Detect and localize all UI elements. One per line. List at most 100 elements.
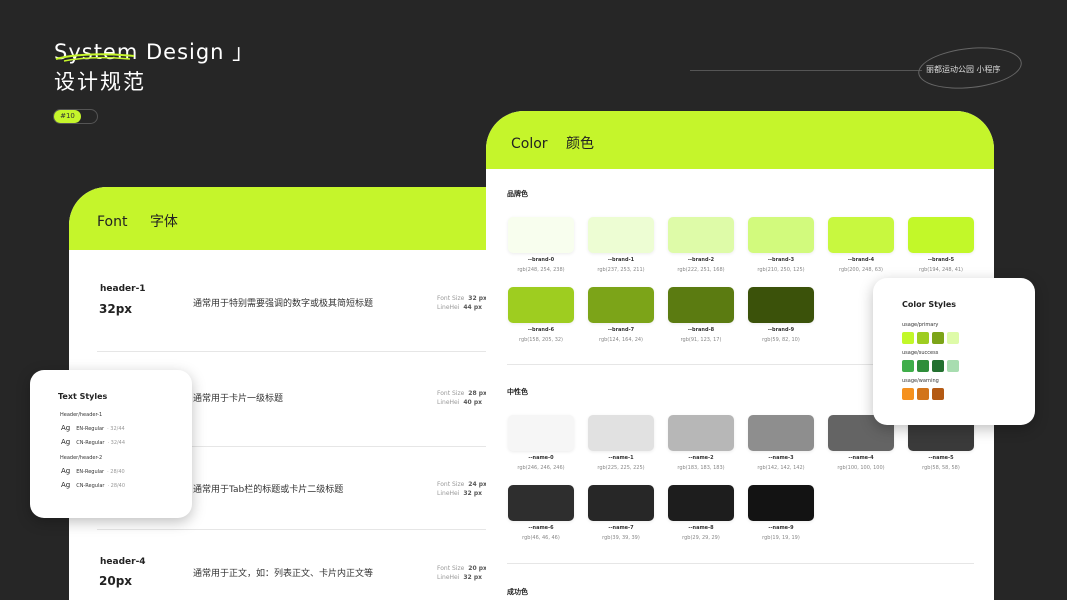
color-style-swatch[interactable] [902,388,914,400]
color-swatch[interactable] [748,287,814,323]
section-label-success: 成功色 [507,588,528,596]
swatch-name: --name-7 [608,525,634,531]
swatch-name: --name-5 [928,455,954,461]
divider-line [690,70,922,71]
row-divider [97,351,497,352]
font-title-en: Font [97,214,128,230]
swatch-rgb: rgb(100, 100, 100) [837,465,885,471]
color-card-header: Color 颜色 [486,111,994,169]
color-style-swatch[interactable] [932,332,944,344]
color-swatch[interactable] [748,217,814,253]
swatch-rgb: rgb(200, 248, 63) [838,267,884,273]
color-style-swatch[interactable] [917,332,929,344]
font-card-header: Font 字体 [69,187,539,250]
text-style-group-label: Header/header-2 [60,455,103,461]
color-style-group-label: usage/warning [902,378,939,384]
project-tag: 丽都运动公园 小程序 [926,65,1001,74]
section-divider [507,563,974,564]
swatch-name: --brand-9 [767,327,795,333]
color-style-swatch[interactable] [932,388,944,400]
color-swatch[interactable] [588,287,654,323]
swatch-name: --brand-4 [847,257,875,263]
color-swatch[interactable] [668,217,734,253]
color-swatch[interactable] [668,485,734,521]
swatch-rgb: rgb(194, 248, 41) [918,267,964,273]
swatch-name: --name-0 [528,455,554,461]
color-swatch[interactable] [668,287,734,323]
swatch-rgb: rgb(124, 164, 24) [598,337,644,343]
swatch-rgb: rgb(222, 251, 168) [677,267,725,273]
color-swatch[interactable] [828,217,894,253]
color-swatch[interactable] [588,217,654,253]
color-styles-title: Color Styles [902,300,957,309]
text-styles-title: Text Styles [58,392,108,401]
color-style-swatch[interactable] [902,332,914,344]
font-row-meta: Font Size 24 px LineHei 32 px [437,481,487,497]
color-swatch[interactable] [668,415,734,451]
text-styles-card: Text Styles Header/header-1 Ag EN-Regular… [30,370,192,518]
swatch-name: --brand-5 [927,257,955,263]
color-swatch[interactable] [908,217,974,253]
swatch-rgb: rgb(183, 183, 183) [677,465,725,471]
swatch-rgb: rgb(39, 39, 39) [602,535,640,541]
color-swatch[interactable] [748,415,814,451]
color-styles-card: Color Styles usage/primary usage/success u… [873,278,1035,425]
font-row-name: header-1 [100,284,146,294]
swatch-rgb: rgb(29, 29, 29) [682,535,720,541]
color-style-swatch[interactable] [947,332,959,344]
row-divider [97,529,497,530]
font-row-meta: Font Size 20 px LineHei 32 px [437,565,487,581]
color-style-swatch[interactable] [917,360,929,372]
color-swatch[interactable] [508,287,574,323]
swatch-name: --name-6 [528,525,554,531]
hero-subtitle: 设计规范 [54,70,146,94]
color-style-swatch[interactable] [902,360,914,372]
text-style-item[interactable]: Ag CN-Regular · 32/44 [61,438,125,446]
section-label-brand: 品牌色 [507,190,528,198]
swatch-rgb: rgb(19, 19, 19) [762,535,800,541]
font-row-meta: Font Size 32 px LineHei 44 px [437,295,487,311]
color-style-swatch[interactable] [947,360,959,372]
swatch-rgb: rgb(246, 246, 246) [517,465,565,471]
font-row-desc: 通常用于卡片一级标题 [193,394,284,404]
color-style-group-label: usage/success [902,350,939,356]
swatch-rgb: rgb(158, 205, 32) [518,337,564,343]
swatch-name: --brand-6 [527,327,555,333]
swatch-name: --brand-2 [687,257,715,263]
swatch-rgb: rgb(59, 82, 10) [762,337,800,343]
swatch-rgb: rgb(225, 225, 225) [597,465,645,471]
swatch-name: --brand-0 [527,257,555,263]
swatch-name: --name-8 [688,525,714,531]
text-style-item[interactable]: Ag EN-Regular · 32/44 [61,424,125,432]
page-badge-label: #10 [54,110,81,123]
swatch-rgb: rgb(46, 46, 46) [522,535,560,541]
color-swatch[interactable] [508,217,574,253]
swatch-name: --brand-3 [767,257,795,263]
color-title-en: Color [511,136,548,152]
font-row-name: header-4 [100,557,146,567]
swatch-name: --name-9 [768,525,794,531]
underline-swoosh-icon [55,53,135,62]
swatch-rgb: rgb(248, 254, 238) [517,267,565,273]
color-style-swatch[interactable] [917,388,929,400]
font-row-size: 32px [99,302,133,316]
color-swatch[interactable] [508,415,574,451]
swatch-name: --brand-1 [607,257,635,263]
color-swatch[interactable] [748,485,814,521]
swatch-name: --name-4 [848,455,874,461]
color-swatch[interactable] [508,485,574,521]
text-style-item[interactable]: Ag CN-Regular · 28/40 [61,481,125,489]
swatch-rgb: rgb(142, 142, 142) [757,465,805,471]
swatch-rgb: rgb(58, 58, 58) [922,465,960,471]
color-swatch[interactable] [588,485,654,521]
swatch-rgb: rgb(237, 253, 211) [597,267,645,273]
color-swatch[interactable] [588,415,654,451]
text-style-group-label: Header/header-1 [60,412,103,418]
color-style-swatch[interactable] [932,360,944,372]
page-badge: #10 [53,109,98,124]
swatch-name: --name-3 [768,455,794,461]
font-row-size: 20px [99,574,133,588]
swatch-name: --name-1 [608,455,634,461]
text-style-item[interactable]: Ag EN-Regular · 28/40 [61,467,125,475]
color-title-cn: 颜色 [566,136,595,152]
